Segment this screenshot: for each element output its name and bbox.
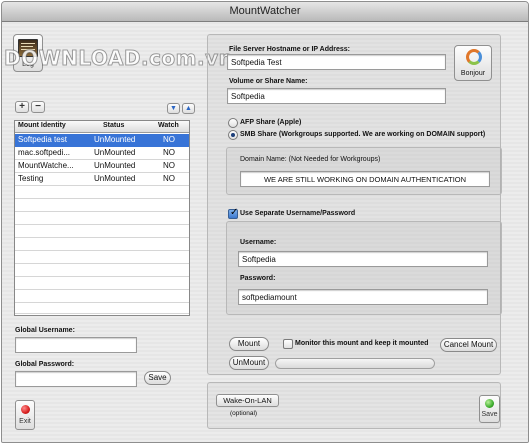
exit-icon [21, 405, 30, 414]
separate-credentials-checkbox[interactable] [228, 207, 238, 219]
cell-watch: NO [163, 174, 175, 183]
share-label: Volume or Share Name: [229, 78, 308, 85]
column-header-status[interactable]: Status [103, 122, 124, 129]
smb-label: SMB Share (Workgroups supported. We are … [240, 131, 486, 138]
global-password-field[interactable] [15, 371, 137, 387]
smb-radio[interactable] [228, 130, 238, 140]
separate-credentials-label: Use Separate Username/Password [240, 210, 356, 217]
cell-mount-identity: mac.softpedi... [18, 148, 71, 157]
table-gridline [15, 263, 189, 264]
save-button[interactable]: Save [479, 395, 500, 423]
username-label: Username: [240, 239, 277, 246]
watermark: DOWNLOAD.com.vn [3, 46, 234, 71]
column-header-watch[interactable]: Watch [158, 122, 179, 129]
mounts-table[interactable]: Mount Identity Status Watch Softpedia te… [14, 120, 190, 316]
afp-radio[interactable] [228, 118, 238, 128]
cell-mount-identity: MountWatche... [18, 161, 74, 170]
global-username-label: Global Username: [15, 327, 75, 334]
table-row[interactable]: mac.softpedi... UnMounted NO [15, 147, 189, 160]
bonjour-icon [466, 49, 482, 65]
username-field[interactable]: Softpedia [238, 251, 488, 267]
table-row[interactable]: MountWatche... UnMounted NO [15, 160, 189, 173]
wake-on-lan-button[interactable]: Wake-On-LAN [216, 394, 279, 407]
cell-mount-identity: Softpedia test [18, 135, 67, 144]
wake-on-lan-sublabel: (optional) [230, 410, 258, 417]
unmount-button[interactable]: UnMount [229, 356, 269, 370]
move-up-button[interactable]: ▲ [182, 103, 195, 114]
add-mount-button[interactable]: + [15, 101, 29, 113]
global-username-field[interactable] [15, 337, 137, 353]
title-bar[interactable]: MountWatcher [2, 2, 528, 22]
domain-field[interactable]: WE ARE STILL WORKING ON DOMAIN AUTHENTIC… [240, 171, 490, 187]
table-gridline [15, 237, 189, 238]
monitor-label: Monitor this mount and keep it mounted [295, 340, 429, 347]
password-label: Password: [240, 275, 276, 282]
mount-button[interactable]: Mount [229, 337, 269, 351]
cell-status: UnMounted [94, 161, 136, 170]
server-label: File Server Hostname or IP Address: [229, 46, 350, 53]
exit-label: Exit [19, 418, 31, 425]
global-password-label: Global Password: [15, 361, 75, 368]
table-row[interactable]: Testing UnMounted NO [15, 173, 189, 186]
table-gridline [15, 224, 189, 225]
table-gridline [15, 198, 189, 199]
server-field[interactable]: Softpedia Test [227, 54, 446, 70]
table-header: Mount Identity Status Watch [15, 121, 189, 133]
main-window: MountWatcher Log DOWNLOAD.com.vn + − ▼ ▲… [1, 1, 529, 443]
cancel-mount-button[interactable]: Cancel Mount [440, 338, 497, 352]
cell-watch: NO [163, 161, 175, 170]
save-label: Save [481, 411, 498, 418]
save-icon [485, 399, 494, 408]
monitor-checkbox[interactable] [283, 339, 293, 349]
global-save-button[interactable]: Save [144, 371, 171, 385]
table-gridline [15, 289, 189, 290]
window-title: MountWatcher [229, 5, 301, 17]
cell-status: UnMounted [94, 148, 136, 157]
afp-label: AFP Share (Apple) [240, 119, 302, 126]
bonjour-label: Bonjour [460, 70, 486, 77]
password-field[interactable]: softpediamount [238, 289, 488, 305]
cell-status: UnMounted [94, 135, 136, 144]
mount-settings-panel [207, 34, 501, 375]
table-gridline [15, 211, 189, 212]
table-gridline [15, 315, 189, 316]
share-field[interactable]: Softpedia [227, 88, 446, 104]
cell-mount-identity: Testing [18, 174, 44, 183]
remove-mount-button[interactable]: − [31, 101, 45, 113]
cell-watch: NO [163, 148, 175, 157]
cell-status: UnMounted [94, 174, 136, 183]
table-row[interactable]: Softpedia test UnMounted NO [15, 134, 189, 147]
table-gridline [15, 250, 189, 251]
domain-label: Domain Name: (Not Needed for Workgroups) [240, 156, 381, 163]
table-gridline [15, 302, 189, 303]
bonjour-button[interactable]: Bonjour [454, 45, 492, 81]
mount-progress-bar [275, 358, 435, 369]
column-header-identity[interactable]: Mount Identity [18, 122, 66, 129]
table-gridline [15, 276, 189, 277]
cell-watch: NO [163, 135, 175, 144]
exit-button[interactable]: Exit [15, 400, 35, 430]
move-down-button[interactable]: ▼ [167, 103, 180, 114]
